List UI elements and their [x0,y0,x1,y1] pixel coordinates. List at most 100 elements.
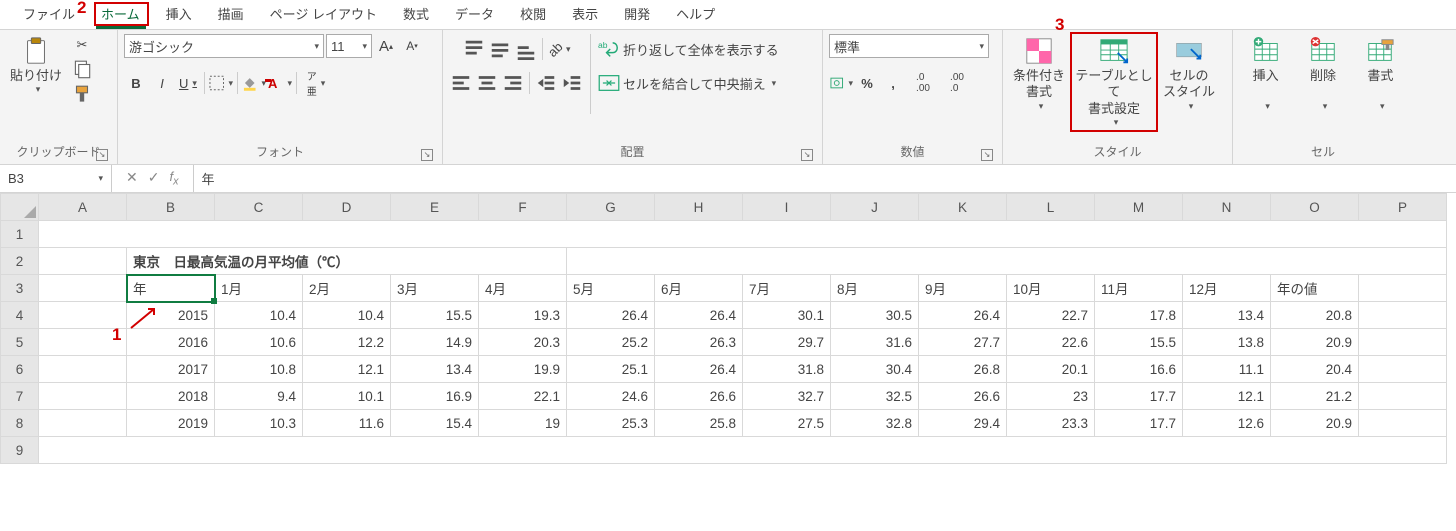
col-header[interactable]: J [831,194,919,221]
decrease-indent-button[interactable] [534,72,558,94]
align-right-button[interactable] [501,72,525,94]
increase-font-button[interactable]: A▴ [374,35,398,57]
row-header[interactable]: 9 [1,437,39,464]
cell[interactable] [39,410,127,437]
align-bottom-button[interactable] [514,38,538,60]
cell[interactable]: 17.7 [1095,383,1183,410]
cell[interactable]: 13.4 [1183,302,1271,329]
col-header[interactable]: F [479,194,567,221]
menu-data[interactable]: データ [442,0,507,30]
cell[interactable]: 10.1 [303,383,391,410]
cell[interactable]: 7月 [743,275,831,302]
cell[interactable]: 25.1 [567,356,655,383]
name-box[interactable]: B3▾ [0,165,112,192]
cancel-formula-button[interactable]: ✕ [126,169,138,188]
cell[interactable]: 年の値 [1271,275,1359,302]
cell[interactable]: 15.4 [391,410,479,437]
cell[interactable]: 30.5 [831,302,919,329]
cell[interactable]: 25.3 [567,410,655,437]
col-header[interactable]: L [1007,194,1095,221]
cell[interactable]: 22.6 [1007,329,1095,356]
cell[interactable]: 30.4 [831,356,919,383]
cell[interactable]: 24.6 [567,383,655,410]
menu-developer[interactable]: 開発 [611,0,663,30]
bold-button[interactable]: B [124,72,148,94]
orientation-button[interactable]: ab▾ [547,38,571,60]
col-header[interactable]: E [391,194,479,221]
col-header[interactable]: C [215,194,303,221]
decrease-font-button[interactable]: A▾ [400,35,424,57]
row-header[interactable]: 7 [1,383,39,410]
cell[interactable] [567,248,1447,275]
cell[interactable] [39,275,127,302]
cell[interactable] [1359,329,1447,356]
cell[interactable] [39,356,127,383]
col-header[interactable]: A [39,194,127,221]
align-middle-button[interactable] [488,38,512,60]
cell[interactable]: 20.8 [1271,302,1359,329]
cell[interactable]: 26.3 [655,329,743,356]
cell[interactable]: 19 [479,410,567,437]
cell[interactable]: 20.1 [1007,356,1095,383]
cell[interactable]: 3月 [391,275,479,302]
cell[interactable]: 13.8 [1183,329,1271,356]
cell[interactable]: 26.6 [919,383,1007,410]
number-dialog-launcher[interactable]: ↘ [981,149,993,161]
cell[interactable]: 9.4 [215,383,303,410]
cell[interactable]: 23 [1007,383,1095,410]
borders-button[interactable]: ▾ [209,72,233,94]
format-cells-button[interactable]: 書式▾ [1354,34,1407,114]
format-as-table-button[interactable]: 3 テーブルとして 書式設定▾ [1073,34,1155,130]
font-color-button[interactable]: A▾ [268,72,292,94]
cell[interactable]: 1月 [215,275,303,302]
col-header[interactable]: O [1271,194,1359,221]
cell[interactable]: 21.2 [1271,383,1359,410]
cell[interactable]: 22.7 [1007,302,1095,329]
col-header[interactable]: I [743,194,831,221]
cell[interactable]: 14.9 [391,329,479,356]
cut-button[interactable]: ✂ [70,34,94,56]
cell[interactable]: 13.4 [391,356,479,383]
fx-button[interactable]: fx [169,169,178,188]
insert-cells-button[interactable]: 挿入▾ [1239,34,1292,114]
cell[interactable]: 19.9 [479,356,567,383]
col-header[interactable]: K [919,194,1007,221]
cell[interactable]: 5月 [567,275,655,302]
format-painter-button[interactable] [70,84,94,106]
row-header[interactable]: 8 [1,410,39,437]
cell[interactable]: 11.6 [303,410,391,437]
cell[interactable]: 2015 [127,302,215,329]
cell[interactable]: 19.3 [479,302,567,329]
cell[interactable]: 10.8 [215,356,303,383]
menu-help[interactable]: ヘルプ [663,0,728,30]
merge-center-button[interactable]: セルを結合して中央揃え▾ [597,72,776,94]
font-name-select[interactable]: 游ゴシック▾ [124,34,324,58]
menu-draw[interactable]: 描画 [205,0,257,30]
cell[interactable]: 16.6 [1095,356,1183,383]
cell[interactable]: 20.9 [1271,329,1359,356]
cell[interactable]: 10.3 [215,410,303,437]
grid[interactable]: A B C D E F G H I J K L M N O P 1 2東京 日最… [0,193,1447,464]
delete-cells-button[interactable]: 削除▾ [1296,34,1349,114]
col-header[interactable]: H [655,194,743,221]
cell[interactable]: 32.5 [831,383,919,410]
cell[interactable]: 26.4 [567,302,655,329]
cell[interactable]: 11月 [1095,275,1183,302]
align-left-button[interactable] [449,72,473,94]
cell[interactable]: 12.1 [1183,383,1271,410]
col-header[interactable]: N [1183,194,1271,221]
cell[interactable]: 20.3 [479,329,567,356]
cell[interactable]: 31.8 [743,356,831,383]
cell[interactable] [39,437,1447,464]
cell[interactable]: 20.9 [1271,410,1359,437]
cell[interactable]: 26.6 [655,383,743,410]
cell[interactable]: 6月 [655,275,743,302]
cell[interactable]: 2016 [127,329,215,356]
font-dialog-launcher[interactable]: ↘ [421,149,433,161]
row-header[interactable]: 5 [1,329,39,356]
cell[interactable]: 23.3 [1007,410,1095,437]
cell[interactable]: 2019 [127,410,215,437]
cell[interactable]: 17.7 [1095,410,1183,437]
cell[interactable]: 25.8 [655,410,743,437]
alignment-dialog-launcher[interactable]: ↘ [801,149,813,161]
